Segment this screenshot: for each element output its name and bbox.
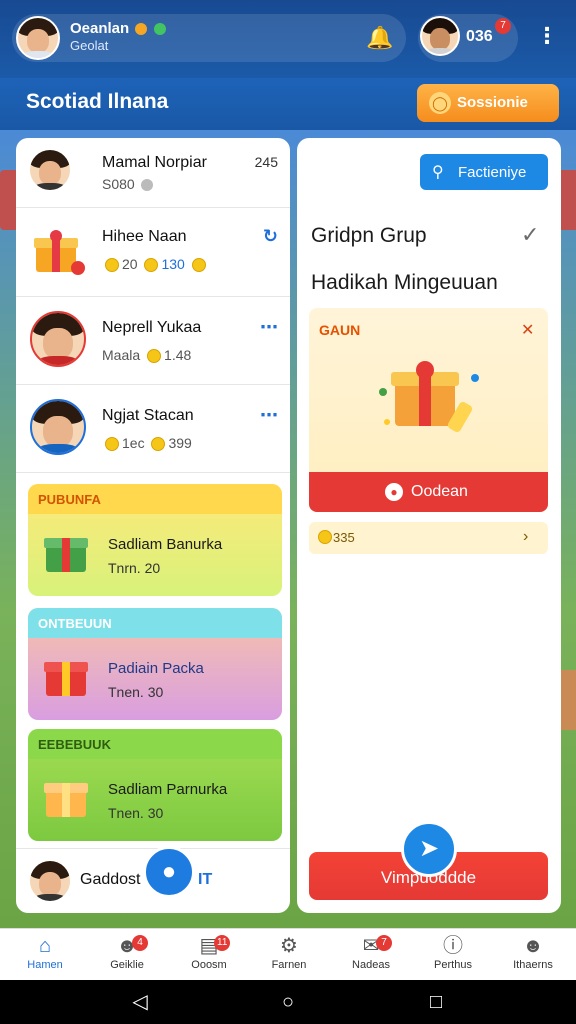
user-name: Neprell Yukaa (102, 319, 202, 336)
friend-count: 036 (466, 28, 493, 45)
nav-friends[interactable]: ☻ Geiklie 4 (92, 933, 162, 979)
list-item[interactable]: Neprell Yukaa Maala 1.48 ⋯ (16, 297, 290, 385)
card-sub: Tnrn. 20 (108, 560, 161, 576)
card-header: PUBUNFA (28, 484, 282, 514)
gift-box-icon (30, 224, 86, 276)
group-reward-panel: ⚲ Factieniye Gridpn Grup ✓ Hadikah Minge… (297, 138, 561, 913)
back-icon[interactable]: ◁ (128, 990, 152, 1014)
recents-icon[interactable]: □ (424, 990, 448, 1014)
status-dot-icon (135, 23, 148, 36)
profile-name: Oeanlan (70, 20, 166, 37)
online-dot-icon (153, 23, 166, 36)
coin-icon (105, 258, 119, 273)
system-nav-bar: ◁ ○ □ (0, 980, 576, 1024)
coin-icon (318, 530, 332, 544)
card-title: Sadliam Banurka (108, 536, 223, 553)
coin-icon (191, 258, 206, 273)
group-title: Gridpn Grup (311, 224, 427, 247)
more-options-icon[interactable]: ⋯ (260, 317, 278, 338)
gift-box-icon (40, 773, 96, 821)
home-icon: ⌂ (38, 935, 52, 957)
coin-icon (151, 437, 166, 452)
user-coins: 1ec 399 (102, 435, 192, 452)
send-icon[interactable]: ➤ (401, 821, 457, 877)
user-name: Ngjat Stacan (102, 407, 194, 424)
avatar (30, 399, 86, 455)
nav-badge: 7 (376, 935, 392, 951)
user-sub: S080 (102, 176, 153, 192)
profile-icon: ☻ (522, 935, 544, 957)
nav-profile[interactable]: ☻ Ithaerns (498, 933, 568, 979)
list-item[interactable]: Mamal Norpiar S080 245 (16, 138, 290, 208)
chat-bot-button[interactable]: ● (143, 846, 195, 898)
user-name: Mamal Norpiar (102, 154, 207, 171)
search-icon: ⚲ (432, 164, 444, 181)
session-icon: ◯ (429, 92, 451, 114)
card-title: Sadliam Parnurka (108, 781, 228, 798)
user-tag: IT (198, 871, 213, 888)
card-title: Padiain Packa (108, 660, 204, 677)
chat-icon: ✉ (362, 935, 380, 957)
user-add-icon: ☻ (116, 935, 138, 957)
reward-card[interactable]: EEBEBUUK Sadliam Parnurka Tnen. 30 (28, 729, 282, 841)
coin-value: 335 (333, 530, 355, 545)
profile-avatar[interactable] (16, 16, 60, 60)
sync-icon[interactable]: ↻ (263, 226, 278, 247)
nav-info[interactable]: ⓘ Perthus (418, 933, 488, 979)
coin-icon (147, 349, 162, 364)
friend-badge: 7 (495, 18, 511, 34)
notification-bell-icon[interactable]: 🔔 (366, 24, 394, 52)
user-meta: 245 (254, 154, 278, 170)
home-circle-icon[interactable]: ○ (276, 990, 300, 1014)
list-item[interactable]: Ngjat Stacan 1ec 399 ⋯ (16, 385, 290, 473)
inbox-icon: ▤ (199, 935, 219, 957)
card-header: ONTBEUUN (28, 608, 282, 638)
nav-badge: 4 (132, 935, 148, 951)
card-header: EEBEBUUK (28, 729, 282, 759)
reward-card[interactable]: PUBUNFA Sadliam Banurka Tnrn. 20 (28, 484, 282, 596)
nav-messages[interactable]: ✉ Nadeas 7 (336, 933, 406, 979)
weekly-gift-title: Hadikah Mingeuuan (311, 271, 498, 294)
user-coins: 20 130 (102, 256, 209, 273)
card-sub: Tnen. 30 (108, 805, 164, 821)
profile-status: Geolat (70, 38, 109, 53)
coin-icon (105, 437, 119, 452)
gift-label: GAUN (319, 322, 361, 338)
gift-box-illustration-icon (379, 361, 479, 433)
nav-settings[interactable]: ⚙ Farnen (254, 933, 324, 979)
more-options-icon[interactable]: ⋯ (260, 405, 278, 426)
nav-inbox[interactable]: ▤ Ooosm 11 (174, 933, 244, 979)
clock-icon (140, 179, 153, 192)
reward-card[interactable]: ONTBEUUN Padiain Packa Tnen. 30 (28, 608, 282, 720)
user-name: Gaddost (80, 871, 141, 888)
gift-box-icon (40, 652, 96, 700)
top-bar: Oeanlan Geolat 🔔 036 7 ⋮ (0, 0, 576, 78)
check-icon[interactable]: ✓ (521, 222, 539, 248)
nav-home[interactable]: ⌂ Hamen (10, 933, 80, 979)
user-name: Hihee Naan (102, 228, 187, 245)
claim-icon: ● (385, 483, 403, 501)
gift-box-icon (40, 528, 96, 576)
avatar (28, 148, 72, 192)
coin-balance-row[interactable]: 335 › (309, 522, 548, 554)
claim-button[interactable]: ● Oodean (309, 472, 548, 512)
search-button[interactable]: ⚲ Factieniye (420, 154, 548, 190)
page-title: Scotiad Ilnana (26, 90, 169, 113)
gear-icon: ⚙ (280, 935, 298, 957)
coin-icon (144, 258, 159, 273)
chevron-right-icon: › (523, 528, 529, 545)
info-icon: ⓘ (443, 935, 463, 957)
more-menu-icon[interactable]: ⋮ (536, 22, 558, 50)
bottom-nav: ⌂ Hamen ☻ Geiklie 4 ▤ Ooosm 11 ⚙ Farnen … (0, 928, 576, 980)
friend-avatar[interactable] (420, 16, 460, 56)
avatar (28, 859, 72, 903)
close-icon[interactable]: ✕ (521, 320, 534, 340)
session-button[interactable]: ◯ Sossionie (417, 84, 559, 122)
list-item[interactable]: Hihee Naan 20 130 ↻ (16, 208, 290, 297)
avatar (30, 311, 86, 367)
card-sub: Tnen. 30 (108, 684, 164, 700)
user-sub: Maala 1.48 (102, 347, 192, 364)
friends-list-panel: Mamal Norpiar S080 245 Hihee Naan 20 130… (16, 138, 290, 913)
